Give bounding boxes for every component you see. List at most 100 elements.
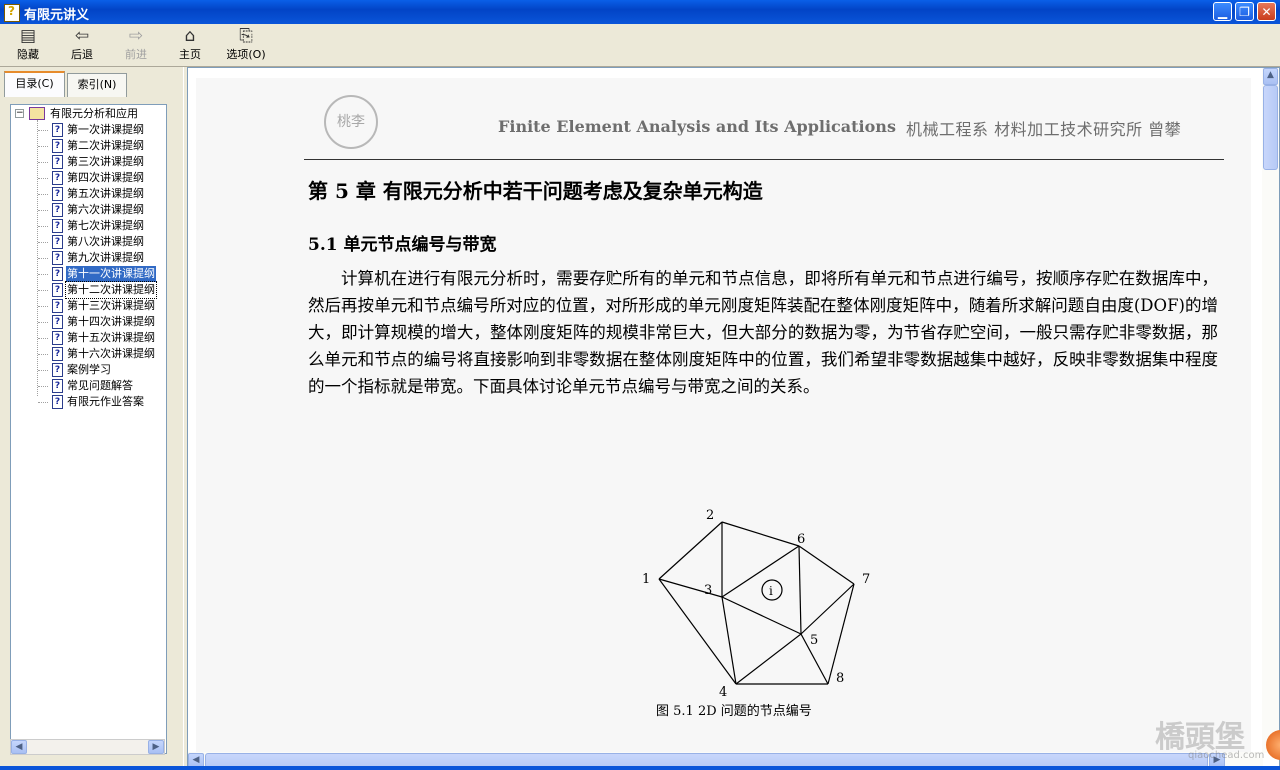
tree-item-label: 第六次讲课提纲 <box>67 203 144 216</box>
tree-item-label: 第十四次讲课提纲 <box>67 315 155 328</box>
tree-connector <box>38 354 48 355</box>
collapse-toggle[interactable]: − <box>15 109 24 118</box>
tree-item-label: 第八次讲课提纲 <box>67 235 144 248</box>
tree-item-label: 有限元作业答案 <box>67 395 144 408</box>
scroll-up-icon[interactable]: ▲ <box>1263 68 1278 85</box>
header-chinese: 机械工程系 材料加工技术研究所 曾攀 <box>906 120 1182 139</box>
tree-item-label: 第三次讲课提纲 <box>67 155 144 168</box>
tree-connector <box>38 226 48 227</box>
figure-caption: 图 5.1 2D 问题的节点编号 <box>656 704 812 719</box>
node-label: 2 <box>706 508 714 523</box>
node-label: 3 <box>704 583 712 598</box>
help-page-icon: ? <box>52 315 63 329</box>
tree-horizontal-scrollbar[interactable]: ◀ ▶ <box>10 739 165 755</box>
tree-root-label: 有限元分析和应用 <box>50 107 138 120</box>
navigation-pane: 目录(C) 索引(N) − 有限元分析和应用 ? 第一次讲课提纲? 第二次讲课提纲?… <box>0 67 183 770</box>
tree-connector <box>38 306 48 307</box>
node-label: 4 <box>719 685 727 696</box>
tree-connector <box>38 338 48 339</box>
help-page-icon: ? <box>52 203 63 217</box>
scroll-right-icon[interactable]: ▶ <box>148 740 164 754</box>
tree-item-label: 第十五次讲课提纲 <box>67 331 155 344</box>
help-page-icon: ? <box>52 347 63 361</box>
tab-contents[interactable]: 目录(C) <box>4 71 65 97</box>
forward-arrow-icon: ⇨ <box>128 26 144 46</box>
scroll-left-icon[interactable]: ◀ <box>11 740 27 754</box>
tree-item-label: 案例学习 <box>67 363 111 376</box>
tree-connector <box>38 178 48 179</box>
window-title: 有限元讲义 <box>24 8 90 23</box>
tree-item-label: 第五次讲课提纲 <box>67 187 144 200</box>
header-rule <box>304 159 1224 160</box>
hide-button[interactable]: ▤ 隐藏 <box>8 26 48 64</box>
tree-item-label: 第十三次讲课提纲 <box>67 299 155 312</box>
chapter-title: 第 5 章 有限元分析中若干问题考虑及复杂单元构造 <box>308 179 763 203</box>
help-page-icon: ? <box>52 251 63 265</box>
back-label: 后退 <box>71 48 93 61</box>
options-label: 选项(O) <box>226 48 266 61</box>
tree-connector <box>38 322 48 323</box>
options-icon: ⎘ <box>239 26 253 46</box>
tree-connector <box>38 130 48 131</box>
home-button[interactable]: ⌂ 主页 <box>170 26 210 64</box>
tree-connector <box>38 370 48 371</box>
minimize-button[interactable]: ▁ <box>1213 2 1232 21</box>
node-label: 5 <box>810 633 818 648</box>
tree-connector <box>38 290 48 291</box>
back-button[interactable]: ⇦ 后退 <box>62 26 102 64</box>
node-label: 6 <box>797 532 805 547</box>
help-page-icon: ? <box>52 139 63 153</box>
maximize-button[interactable]: ❐ <box>1235 2 1254 21</box>
element-label: i <box>769 584 773 598</box>
hide-pane-icon: ▤ <box>19 26 37 46</box>
title-bar: 有限元讲义 ▁ ❐ ✕ <box>0 0 1280 24</box>
tree-item-label: 第十一次讲课提纲 <box>66 266 156 282</box>
tree-connector <box>38 242 48 243</box>
home-icon: ⌂ <box>184 26 196 46</box>
help-page-icon: ? <box>52 379 63 393</box>
tree-connector <box>38 258 48 259</box>
tree-connector <box>38 402 48 403</box>
help-page-icon: ? <box>52 363 63 377</box>
help-page-icon: ? <box>52 235 63 249</box>
node-numbering-figure: 1 2 3 4 5 6 7 8 i <box>642 508 870 696</box>
content-vertical-scrollbar[interactable]: ▲ <box>1262 68 1279 753</box>
tree-item-label: 第一次讲课提纲 <box>67 123 144 136</box>
tree-connector <box>38 162 48 163</box>
body-paragraph: 计算机在进行有限元分析时，需要存贮所有的单元和节点信息，即将所有单元和节点进行编… <box>308 269 1218 396</box>
tree-item-label: 第四次讲课提纲 <box>67 171 144 184</box>
help-page-icon: ? <box>52 267 63 281</box>
document-page: 桃李 Finite Element Analysis and Its Appli… <box>196 78 1251 758</box>
tree-connector <box>38 386 48 387</box>
help-page-icon: ? <box>52 331 63 345</box>
help-page-icon: ? <box>52 171 63 185</box>
book-icon <box>29 107 45 120</box>
node-label: 7 <box>862 572 870 587</box>
tree-item-label: 第九次讲课提纲 <box>67 251 144 264</box>
watermark-url: qiaochead.com <box>1188 750 1265 761</box>
help-page-icon: ? <box>52 299 63 313</box>
help-page-icon: ? <box>52 187 63 201</box>
tree-item-label: 第十二次讲课提纲 <box>65 281 157 299</box>
tree-item-label: 常见问题解答 <box>67 379 133 392</box>
back-arrow-icon: ⇦ <box>74 26 90 46</box>
toolbar: ▤ 隐藏 ⇦ 后退 ⇨ 前进 ⌂ 主页 ⎘ 选项(O) <box>0 24 1280 67</box>
forward-button[interactable]: ⇨ 前进 <box>116 26 156 64</box>
close-button[interactable]: ✕ <box>1257 2 1276 21</box>
options-button[interactable]: ⎘ 选项(O) <box>222 26 270 64</box>
university-seal: 桃李 <box>324 95 378 149</box>
help-page-icon: ? <box>52 283 63 297</box>
tree-connector <box>38 194 48 195</box>
node-label: 1 <box>642 572 650 587</box>
tab-index[interactable]: 索引(N) <box>67 73 127 97</box>
vertical-scroll-thumb[interactable] <box>1263 85 1278 170</box>
contents-tree[interactable]: − 有限元分析和应用 ? 第一次讲课提纲? 第二次讲课提纲? 第三次讲课提纲? 第四次讲… <box>10 104 167 754</box>
section-title: 5.1 单元节点编号与带宽 <box>308 235 497 255</box>
tree-connector <box>38 274 48 275</box>
header-english: Finite Element Analysis and Its Applicat… <box>498 117 896 136</box>
help-page-icon: ? <box>52 395 63 409</box>
taskbar-edge <box>0 766 1280 770</box>
home-label: 主页 <box>179 48 201 61</box>
tree-item-label: 第二次讲课提纲 <box>67 139 144 152</box>
help-page-icon: ? <box>52 155 63 169</box>
